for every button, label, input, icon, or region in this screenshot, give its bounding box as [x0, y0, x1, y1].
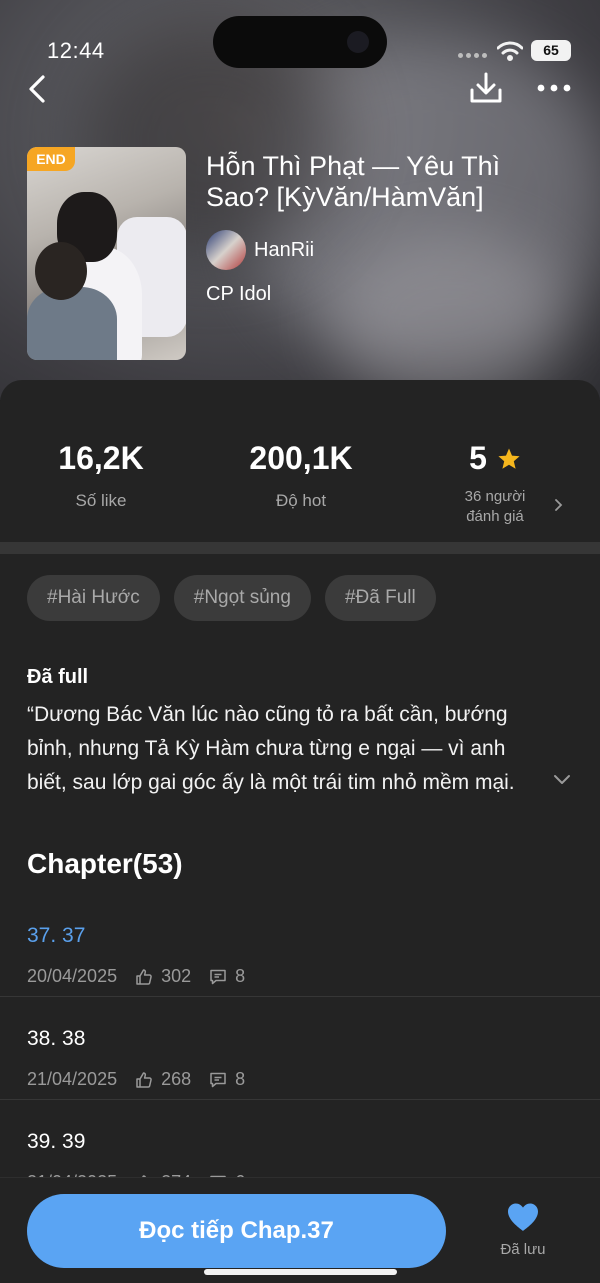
rating-count: 36 người — [464, 488, 526, 505]
chapter-title: 38. 38 — [27, 1027, 86, 1050]
saved-label: Đã lưu — [500, 1241, 546, 1258]
chapter-comments: 8 — [235, 966, 246, 986]
chapter-comments: 8 — [235, 1069, 246, 1089]
status-bar: 12:44 65 — [0, 0, 600, 80]
hot-value: 200,1K — [249, 440, 353, 476]
rating-label: đánh giá — [466, 508, 524, 525]
stats-row: 16,2K Số like 200,1K Độ hot 5 36 người đ… — [0, 380, 600, 540]
battery-indicator: 65 — [531, 40, 571, 61]
detail-sheet: 16,2K Số like 200,1K Độ hot 5 36 người đ… — [0, 380, 600, 1283]
continue-reading-button[interactable]: Đọc tiếp Chap.37 — [27, 1194, 446, 1268]
tag-list: #Hài Hước #Ngọt sủng #Đã Full — [27, 575, 436, 621]
chapter-row[interactable]: 37. 37 20/04/2025 302 8 — [0, 894, 600, 997]
chapter-title: 39. 39 — [27, 1130, 86, 1153]
avatar — [206, 230, 246, 270]
author-link[interactable]: HanRii — [206, 230, 314, 270]
status-badge: END — [27, 147, 75, 171]
back-icon[interactable] — [22, 72, 52, 106]
signal-icon — [458, 53, 487, 58]
description-text: “Dương Bác Văn lúc nào cũng tỏ ra bất cầ… — [27, 703, 515, 794]
tag-chip[interactable]: #Ngọt sủng — [173, 575, 311, 621]
stat-likes: 16,2K Số like — [26, 440, 176, 511]
chapter-row[interactable]: 38. 38 21/04/2025 268 8 — [0, 997, 600, 1100]
description-heading: Đã full — [27, 666, 89, 688]
story-cover-image — [27, 147, 186, 360]
chevron-right-icon — [555, 499, 563, 511]
hot-label: Độ hot — [275, 491, 327, 510]
story-detail-screen: 12:44 65 END Hỗn Thì Phạt — Yêu Thì Sao?… — [0, 0, 600, 1283]
download-icon[interactable] — [468, 70, 504, 106]
tag-chip[interactable]: #Hài Hước — [27, 575, 160, 621]
chevron-down-icon[interactable] — [552, 772, 572, 788]
status-time: 12:44 — [47, 38, 105, 63]
stat-rating[interactable]: 5 36 người đánh giá — [430, 440, 570, 527]
tag-chip[interactable]: #Đã Full — [324, 575, 436, 621]
chapter-list-heading: Chapter(53) — [27, 848, 183, 879]
saved-button[interactable]: Đã lưu — [492, 1202, 554, 1258]
wifi-icon — [497, 41, 523, 61]
comment-icon — [210, 969, 226, 984]
story-title: Hỗn Thì Phạt — Yêu Thì Sao? [KỳVăn/HàmVă… — [206, 151, 501, 212]
chapter-likes: 268 — [161, 1069, 192, 1089]
chapter-date: 21/04/2025 — [27, 1069, 118, 1089]
comment-icon — [210, 1072, 226, 1087]
rating-value: 5 — [469, 440, 487, 476]
section-divider — [0, 542, 600, 554]
bottom-action-bar: Đọc tiếp Chap.37 Đã lưu — [0, 1177, 600, 1283]
like-icon — [136, 968, 152, 985]
like-icon — [136, 1071, 152, 1088]
chapter-date: 20/04/2025 — [27, 966, 118, 986]
likes-value: 16,2K — [58, 440, 144, 476]
author-name: HanRii — [254, 238, 315, 261]
heart-icon — [508, 1203, 538, 1231]
stat-hot: 200,1K Độ hot — [226, 440, 376, 511]
story-category[interactable]: CP Idol — [206, 283, 271, 306]
chapter-title: 37. 37 — [27, 924, 86, 947]
likes-label: Số like — [75, 491, 127, 510]
home-indicator — [204, 1269, 397, 1275]
chapter-likes: 302 — [161, 966, 192, 986]
more-icon[interactable] — [536, 78, 572, 98]
dynamic-island — [213, 16, 387, 68]
star-icon — [498, 448, 520, 469]
